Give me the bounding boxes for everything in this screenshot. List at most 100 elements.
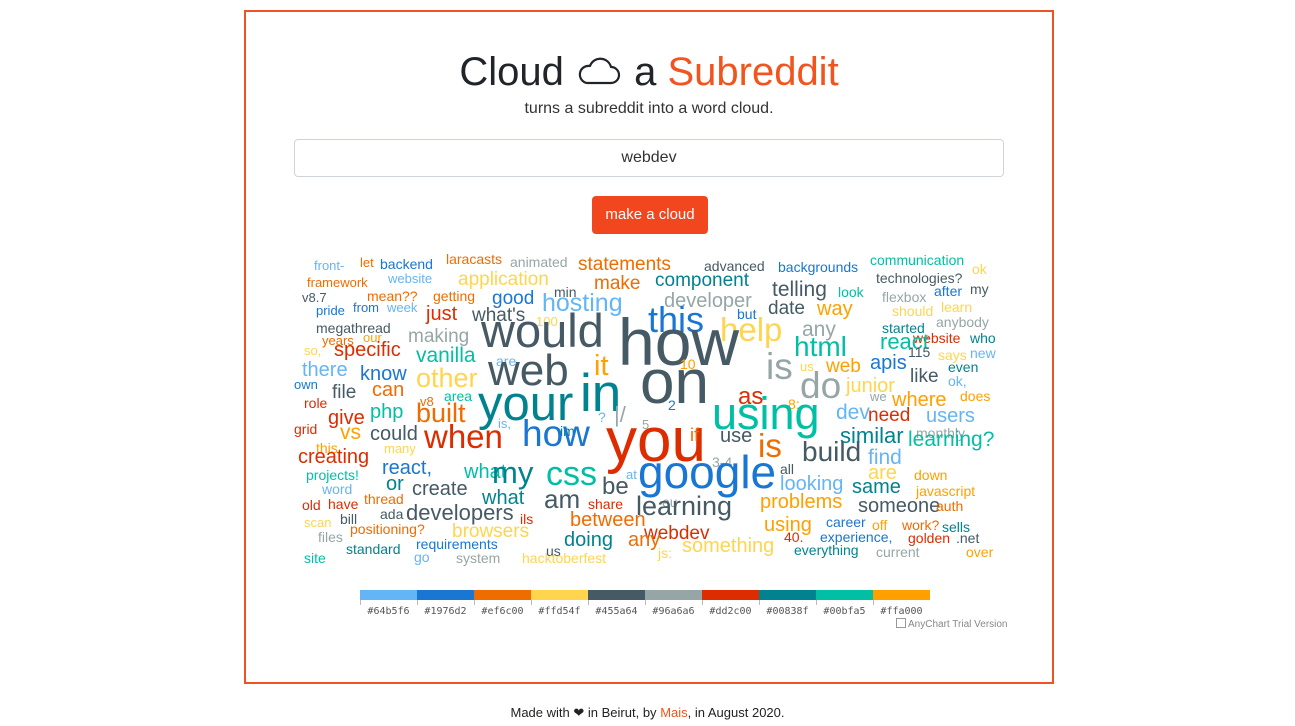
legend-tick xyxy=(474,600,475,605)
footer-prefix: Made with xyxy=(510,705,570,720)
cloud-word: my xyxy=(970,281,989,297)
legend-tick xyxy=(588,600,589,605)
cloud-word: let xyxy=(360,255,374,270)
cloud-word: front- xyxy=(314,258,345,273)
cloud-word: golden xyxy=(908,530,951,546)
cloud-word: files xyxy=(318,529,343,545)
legend-tick xyxy=(873,600,874,605)
cloud-word: website xyxy=(388,271,433,286)
legend-swatch xyxy=(816,590,873,600)
cloud-word: learning? xyxy=(908,428,995,451)
cloud-word: from xyxy=(353,300,379,315)
cloud-word: system xyxy=(456,550,501,566)
main-card: Cloud a Subreddit turns a subreddit into… xyxy=(244,10,1054,684)
cloud-word: standard xyxy=(346,541,401,557)
legend-swatch xyxy=(417,590,474,600)
cloud-word: over xyxy=(966,544,994,560)
cloud-word: down xyxy=(914,467,948,483)
cloud-word: how xyxy=(522,413,590,454)
cloud-word: when xyxy=(424,418,503,455)
cloud-word: create xyxy=(412,478,468,500)
cloud-word: js: xyxy=(658,545,672,561)
cloud-word: specific xyxy=(334,339,401,361)
legend-tick xyxy=(702,600,703,605)
cloud-word: .net xyxy=(956,530,980,546)
cloud-word: projects! xyxy=(306,467,359,483)
cloud-word: after xyxy=(934,283,963,299)
cloud-word: creating xyxy=(298,446,370,468)
cloud-word: pride xyxy=(316,303,345,318)
cloud-word: so, xyxy=(304,343,322,358)
cloud-word: ? xyxy=(598,409,606,425)
cloud-word: 115 xyxy=(908,344,931,360)
cloud-word: go xyxy=(414,549,430,565)
cloud-word: animated xyxy=(510,254,568,270)
cloud-word: have xyxy=(328,496,359,512)
cloud-word: backgrounds xyxy=(778,259,859,275)
cloud-word: ok, xyxy=(948,373,967,389)
cloud-word: thread xyxy=(364,491,404,507)
cloud-word: learn xyxy=(941,299,973,315)
legend-tick xyxy=(417,600,418,605)
legend-label: #ef6c00 xyxy=(481,606,524,617)
author-link[interactable]: Mais xyxy=(660,705,687,720)
cloud-word: old xyxy=(302,497,321,513)
cloud-word: application xyxy=(458,269,549,290)
legend-tick xyxy=(360,600,361,605)
cloud-word: flexbox xyxy=(882,289,927,305)
legend-swatch xyxy=(360,590,417,600)
cloud-word: should xyxy=(892,303,934,319)
cloud-word: just xyxy=(426,303,458,325)
cloud-word: php xyxy=(370,401,404,423)
legend-swatch xyxy=(531,590,588,600)
cloud-word: new xyxy=(970,345,996,361)
legend-label: #1976d2 xyxy=(424,606,467,617)
cloud-word: current xyxy=(876,544,920,560)
cloud-word: same xyxy=(852,476,901,498)
cloud-word: between xyxy=(570,509,646,531)
cloud-word: way xyxy=(817,298,853,320)
legend-label: #00bfa5 xyxy=(823,606,866,617)
cloud-word: problems xyxy=(760,491,843,513)
word-cloud: front-framework let backend website laracast… xyxy=(246,12,1052,682)
cloud-word: doing xyxy=(564,529,613,551)
cloud-word: communication xyxy=(870,252,965,268)
cloud-word: can xyxy=(372,379,405,401)
legend-swatch xyxy=(474,590,531,600)
cloud-word: everything xyxy=(794,542,859,558)
anychart-credit[interactable]: AnyChart Trial Version xyxy=(896,618,1008,630)
cloud-word: vs xyxy=(340,421,361,444)
legend-label: #455a64 xyxy=(595,606,638,617)
cloud-word: something xyxy=(682,535,775,557)
cloud-word: hacktoberfest xyxy=(522,550,607,566)
cloud-word: ok xyxy=(972,261,987,277)
cloud-word: many xyxy=(384,441,416,456)
cloud-word: own xyxy=(294,377,318,392)
cloud-word: we xyxy=(870,389,887,404)
heart-icon: ❤ xyxy=(573,705,585,720)
cloud-word: positioning? xyxy=(350,521,425,537)
footer: Made with ❤ in Beirut, by Mais, in Augus… xyxy=(0,705,1295,721)
legend-tick xyxy=(759,600,760,605)
cloud-word: even xyxy=(948,359,979,375)
legend-label: #96a6a6 xyxy=(652,606,695,617)
legend-tick xyxy=(645,600,646,605)
cloud-word: like xyxy=(910,366,939,387)
cloud-word: google xyxy=(638,446,777,498)
legend-label: #64b5f6 xyxy=(367,606,410,617)
cloud-word: does xyxy=(960,388,991,404)
cloud-word: dev xyxy=(836,401,870,424)
legend-swatch xyxy=(645,590,702,600)
legend-swatch xyxy=(588,590,645,600)
cloud-word: someone xyxy=(858,495,941,517)
legend-swatch xyxy=(702,590,759,600)
cloud-word: look xyxy=(838,284,864,300)
cloud-word: framework xyxy=(307,275,368,290)
cloud-word: who xyxy=(970,330,996,346)
cloud-word: is xyxy=(766,346,793,387)
legend-label: #00838f xyxy=(766,606,809,617)
cloud-word: component xyxy=(655,270,750,291)
cloud-word: getting xyxy=(433,288,476,304)
cloud-word: career xyxy=(826,514,866,530)
cloud-word: anybody xyxy=(936,314,989,330)
